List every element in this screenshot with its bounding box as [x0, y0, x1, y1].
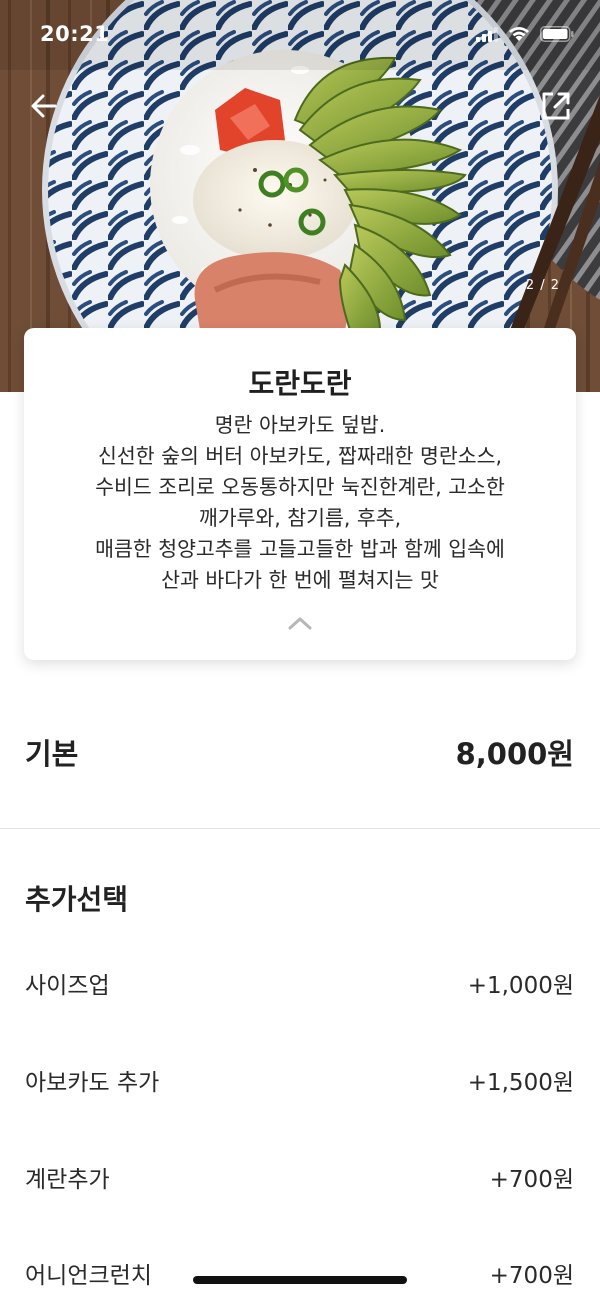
share-external-icon	[542, 92, 570, 120]
collapse-description-button[interactable]	[278, 609, 322, 637]
status-bar: 20:21	[0, 0, 600, 72]
arrow-left-icon	[31, 94, 57, 118]
option-name: 어니언크런치	[25, 1263, 152, 1289]
options-section-title: 추가선택	[25, 883, 129, 916]
base-price: 8,000원	[455, 737, 574, 771]
option-price: +700원	[489, 1167, 574, 1193]
home-indicator	[193, 1276, 407, 1284]
option-price: +1,000원	[467, 973, 574, 999]
option-item[interactable]: 아보카도 추가 +1,500원	[0, 1052, 600, 1108]
menu-title: 도란도란	[248, 367, 352, 400]
section-divider	[0, 828, 600, 829]
status-icons	[476, 26, 574, 42]
option-item[interactable]: 어니언크런치 +700원	[0, 1245, 600, 1299]
option-item[interactable]: 계란추가 +700원	[0, 1149, 600, 1205]
battery-icon	[540, 26, 574, 42]
cellular-signal-icon	[476, 26, 498, 42]
option-price: +700원	[489, 1263, 574, 1289]
back-button[interactable]	[22, 84, 66, 128]
chevron-up-icon	[288, 617, 312, 630]
option-name: 계란추가	[25, 1167, 110, 1193]
share-button[interactable]	[534, 84, 578, 128]
option-item[interactable]: 사이즈업 +1,000원	[0, 955, 600, 1011]
wifi-icon	[509, 27, 529, 41]
image-page-counter: 2 / 2	[525, 278, 560, 293]
base-price-row: 기본 8,000원	[0, 720, 600, 784]
option-name: 사이즈업	[25, 973, 110, 999]
option-name: 아보카도 추가	[25, 1070, 160, 1096]
status-time: 20:21	[40, 22, 110, 46]
menu-info-card: 도란도란 명란 아보카도 덮밥. 신선한 숲의 버터 아보카도, 짭짜래한 명란…	[24, 328, 576, 660]
base-label: 기본	[25, 737, 79, 771]
menu-description: 명란 아보카도 덮밥. 신선한 숲의 버터 아보카도, 짭짜래한 명란소스, 수…	[95, 413, 505, 592]
option-price: +1,500원	[467, 1070, 574, 1096]
